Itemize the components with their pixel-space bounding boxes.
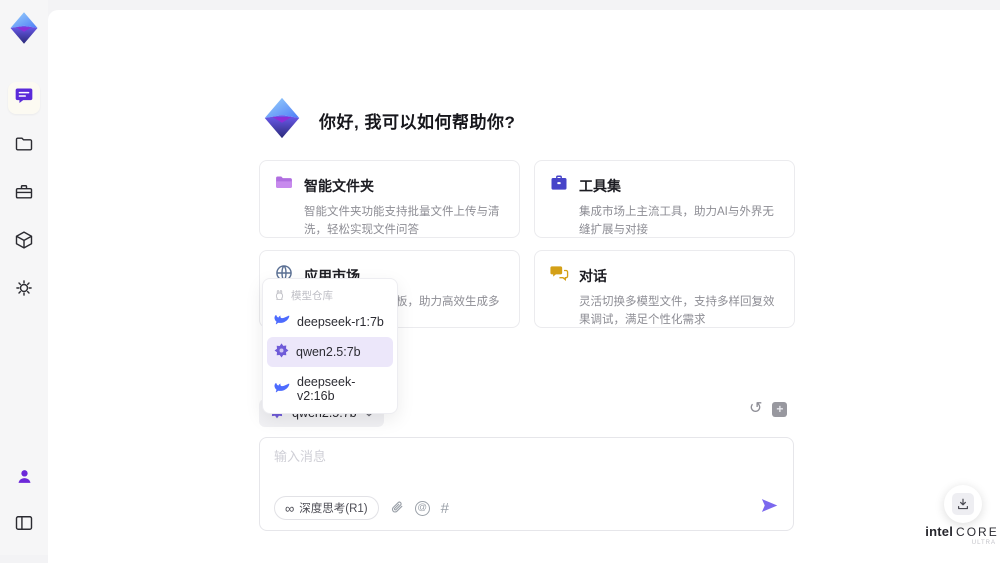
- greeting-row: 你好, 我可以如何帮助你?: [259, 95, 515, 145]
- model-dropdown: 模型仓库 deepseek-r1:7b qwen2.5:7b deepseek-…: [262, 278, 398, 414]
- sidebar-item-toolbox[interactable]: [8, 178, 40, 210]
- card-title: 工具集: [579, 177, 621, 194]
- send-button[interactable]: [760, 496, 779, 520]
- sidebar-item-chat[interactable]: [8, 82, 40, 114]
- qwen-icon: [274, 343, 289, 361]
- sidebar-nav: [8, 82, 40, 306]
- message-input[interactable]: [274, 446, 774, 486]
- cube-icon: [14, 230, 34, 255]
- panel-icon: [14, 513, 34, 538]
- model-option-label: deepseek-v2:16b: [297, 375, 356, 403]
- card-desc: 灵活切换多模型文件，支持多样回复效果调试，满足个性化需求: [579, 296, 775, 326]
- model-option-deepseek-v2[interactable]: deepseek-v2:16b: [267, 369, 393, 409]
- briefcase-icon: [14, 182, 34, 207]
- main-panel: 你好, 我可以如何帮助你? 智能文件夹 智能文件夹功能支持批量文件上传与清洗，轻…: [48, 10, 1000, 563]
- sidebar-item-folders[interactable]: [8, 130, 40, 162]
- card-toolset[interactable]: 工具集 集成市场上主流工具，助力AI与外界无缝扩展与对接: [534, 160, 795, 238]
- deep-think-label: 深度思考(R1): [299, 503, 368, 515]
- sidebar-item-apps[interactable]: [8, 226, 40, 258]
- card-desc: 智能文件夹功能支持批量文件上传与清洗，轻松实现文件问答: [304, 206, 500, 236]
- deepseek-icon: [274, 382, 290, 397]
- model-option-qwen[interactable]: qwen2.5:7b: [267, 337, 393, 367]
- sidebar: [0, 0, 48, 555]
- model-option-deepseek-r1[interactable]: deepseek-r1:7b: [267, 308, 393, 335]
- folder-icon: [14, 134, 34, 159]
- toolbox-blue-icon: [549, 173, 569, 198]
- chat-row-actions: ↺ +: [749, 401, 788, 417]
- sidebar-item-settings[interactable]: [8, 274, 40, 306]
- model-option-label: qwen2.5:7b: [296, 345, 361, 359]
- gear-icon: [14, 278, 34, 303]
- deep-think-icon: ∞: [285, 500, 295, 516]
- card-title: 智能文件夹: [304, 177, 374, 194]
- hashtag-icon[interactable]: #: [441, 501, 449, 516]
- card-desc: 集成市场上主流工具，助力AI与外界无缝扩展与对接: [579, 206, 774, 236]
- ultra-logo-text: ULTRA: [971, 540, 996, 546]
- card-conversation[interactable]: 对话 灵活切换多模型文件，支持多样回复效果调试，满足个性化需求: [534, 250, 795, 328]
- card-smart-folder[interactable]: 智能文件夹 智能文件夹功能支持批量文件上传与清洗，轻松实现文件问答: [259, 160, 520, 238]
- composer-tools: ∞ 深度思考(R1) @ #: [274, 496, 449, 520]
- download-button[interactable]: [944, 485, 982, 523]
- intel-logo-text: intel: [925, 524, 954, 539]
- ollama-icon: [274, 289, 285, 303]
- app-logo-icon: [6, 10, 42, 46]
- greeting-text: 你好, 我可以如何帮助你?: [319, 112, 516, 132]
- core-logo-text: CORE: [956, 525, 999, 539]
- download-icon: [952, 493, 974, 515]
- deepseek-icon: [274, 314, 290, 329]
- app-logo-icon: [259, 95, 305, 146]
- chat-icon: [14, 86, 34, 111]
- history-icon[interactable]: ↺: [749, 401, 762, 417]
- mention-icon[interactable]: @: [414, 500, 430, 516]
- intel-core-badge: intel CORE ULTRA: [922, 524, 1000, 546]
- attachment-icon[interactable]: [390, 500, 404, 516]
- model-option-label: deepseek-r1:7b: [297, 314, 384, 329]
- sidebar-item-collapse[interactable]: [8, 509, 40, 541]
- model-dropdown-header: 模型仓库: [267, 283, 393, 306]
- sidebar-item-account[interactable]: [8, 463, 40, 495]
- user-icon: [15, 467, 34, 491]
- folder-purple-icon: [274, 173, 294, 198]
- model-dropdown-header-label: 模型仓库: [291, 290, 333, 302]
- chat-bubbles-icon: [549, 263, 569, 288]
- card-title: 对话: [579, 267, 607, 284]
- message-composer: ∞ 深度思考(R1) @ #: [259, 437, 794, 531]
- sidebar-bottom: [8, 463, 40, 541]
- deep-think-toggle[interactable]: ∞ 深度思考(R1): [274, 496, 379, 520]
- new-chat-button[interactable]: +: [772, 401, 788, 417]
